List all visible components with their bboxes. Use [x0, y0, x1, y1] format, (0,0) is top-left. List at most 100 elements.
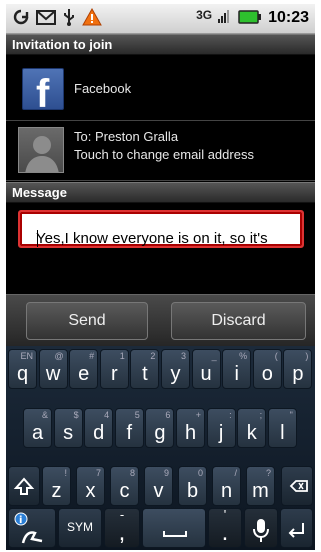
key-alt-label: )	[305, 351, 309, 361]
key-label: r	[110, 363, 118, 385]
clock: 10:23	[268, 9, 309, 26]
key-alt-label: 7	[95, 468, 101, 478]
key-l[interactable]: " l	[267, 408, 297, 448]
voice-input-key[interactable]	[244, 508, 278, 548]
signal-icon	[218, 8, 232, 28]
key-r[interactable]: 1r	[99, 349, 129, 389]
comma-key[interactable]: - ,	[104, 508, 140, 548]
key-c[interactable]: 8c	[110, 466, 139, 506]
key-label: o	[261, 363, 273, 385]
key-f[interactable]: 5f	[114, 408, 144, 448]
key-label: e	[78, 363, 90, 385]
enter-key[interactable]	[280, 508, 313, 548]
key-label: t	[142, 363, 148, 385]
send-button[interactable]: Send	[26, 302, 148, 340]
network-type: 3G	[196, 8, 213, 22]
key-label: c	[119, 480, 130, 502]
key-k[interactable]: ; k	[237, 408, 267, 448]
discard-button[interactable]: Discard	[171, 302, 306, 340]
key-p[interactable]: ) p	[283, 349, 313, 389]
contact-avatar-icon	[18, 127, 64, 173]
gmail-icon	[36, 9, 56, 30]
key-g[interactable]: 6g	[145, 408, 175, 448]
key-label: y	[170, 363, 181, 385]
key-o[interactable]: (o	[252, 349, 282, 389]
key-q[interactable]: EN q	[8, 349, 37, 389]
text-caret	[37, 230, 38, 247]
key-label: z	[51, 480, 62, 502]
key-j[interactable]: :j	[206, 408, 236, 448]
key-alt-label: 0	[197, 468, 203, 478]
key-label: w	[45, 363, 61, 385]
symbol-key[interactable]: SYM	[58, 508, 102, 548]
facebook-account-row[interactable]: f Facebook	[6, 55, 315, 121]
key-b[interactable]: 0b	[178, 466, 207, 506]
period-key[interactable]: ' .	[208, 508, 242, 548]
key-alt-label: :	[229, 410, 232, 420]
key-alt-label: 5	[134, 410, 140, 420]
key-label: s	[63, 422, 74, 444]
space-key[interactable]	[142, 508, 206, 548]
key-alt-label: (	[274, 351, 278, 361]
backspace-icon	[289, 480, 308, 492]
key-alt-label: @	[54, 351, 64, 361]
usb-icon	[62, 8, 76, 30]
invitation-header: Invitation to join	[6, 34, 315, 55]
key-alt-label: ?	[265, 468, 271, 478]
key-u[interactable]: _ u	[191, 349, 221, 389]
key-i[interactable]: % i	[222, 349, 252, 389]
microphone-icon	[253, 519, 269, 542]
recipient-row[interactable]: To: Preston Gralla Touch to change email…	[6, 121, 315, 181]
key-h[interactable]: + h	[176, 408, 205, 448]
key-label: d	[93, 422, 105, 444]
touch-input-icon: i	[14, 512, 43, 544]
key-x[interactable]: 7x	[76, 466, 105, 506]
key-n[interactable]: / n	[212, 466, 241, 506]
recipient-to-label: To: Preston Gralla	[74, 129, 179, 144]
key-d[interactable]: 4d	[84, 408, 114, 448]
key-label: j	[218, 422, 224, 444]
key-alt-label: 3	[180, 351, 186, 361]
key-label: b	[186, 480, 199, 502]
key-label: u	[200, 363, 212, 385]
key-alt-label: _	[211, 351, 217, 361]
phone-screen: 3G 10:23 Invitation to join f Facebook T…	[6, 4, 315, 550]
key-v[interactable]: 9v	[144, 466, 173, 506]
key-label: k	[246, 422, 257, 444]
key-w[interactable]: @ w	[38, 349, 68, 389]
key-e[interactable]: # e	[69, 349, 99, 389]
delete-key[interactable]	[281, 466, 313, 506]
key-label: m	[252, 480, 269, 502]
key-alt-label: 8	[129, 468, 135, 478]
key-label: x	[85, 480, 96, 502]
key-alt-label: #	[89, 351, 95, 361]
message-header: Message	[6, 182, 315, 203]
key-alt-label: "	[289, 410, 293, 420]
input-settings-key[interactable]: i	[8, 508, 56, 548]
key-label: n	[220, 480, 233, 502]
space-bar-icon	[163, 531, 187, 537]
key-a[interactable]: & a	[23, 408, 52, 448]
key-s[interactable]: $ s	[53, 408, 83, 448]
svg-text:i: i	[19, 515, 22, 526]
key-alt-label: EN	[20, 351, 33, 361]
shift-icon	[13, 477, 35, 495]
key-label: i	[234, 363, 239, 385]
key-alt-label: 9	[163, 468, 169, 478]
facebook-logo-icon: f	[22, 68, 64, 110]
key-y[interactable]: 3y	[161, 349, 190, 389]
key-label: a	[31, 422, 44, 444]
key-m[interactable]: ? m	[246, 466, 275, 506]
key-alt-label: 2	[150, 351, 156, 361]
shift-key[interactable]	[8, 466, 40, 506]
key-alt-label: 1	[119, 351, 125, 361]
key-alt-label: %	[239, 351, 248, 361]
key-z[interactable]: ! z	[42, 466, 71, 506]
sync-icon	[12, 8, 30, 30]
key-t[interactable]: 2t	[130, 349, 160, 389]
change-email-hint: Touch to change email address	[74, 147, 254, 162]
key-label: f	[126, 422, 133, 444]
message-text: Yes,I know everyone is on it, so it's	[36, 230, 268, 247]
message-input[interactable]: Yes,I know everyone is on it, so it's	[18, 210, 304, 248]
key-alt-label: ;	[259, 410, 263, 420]
